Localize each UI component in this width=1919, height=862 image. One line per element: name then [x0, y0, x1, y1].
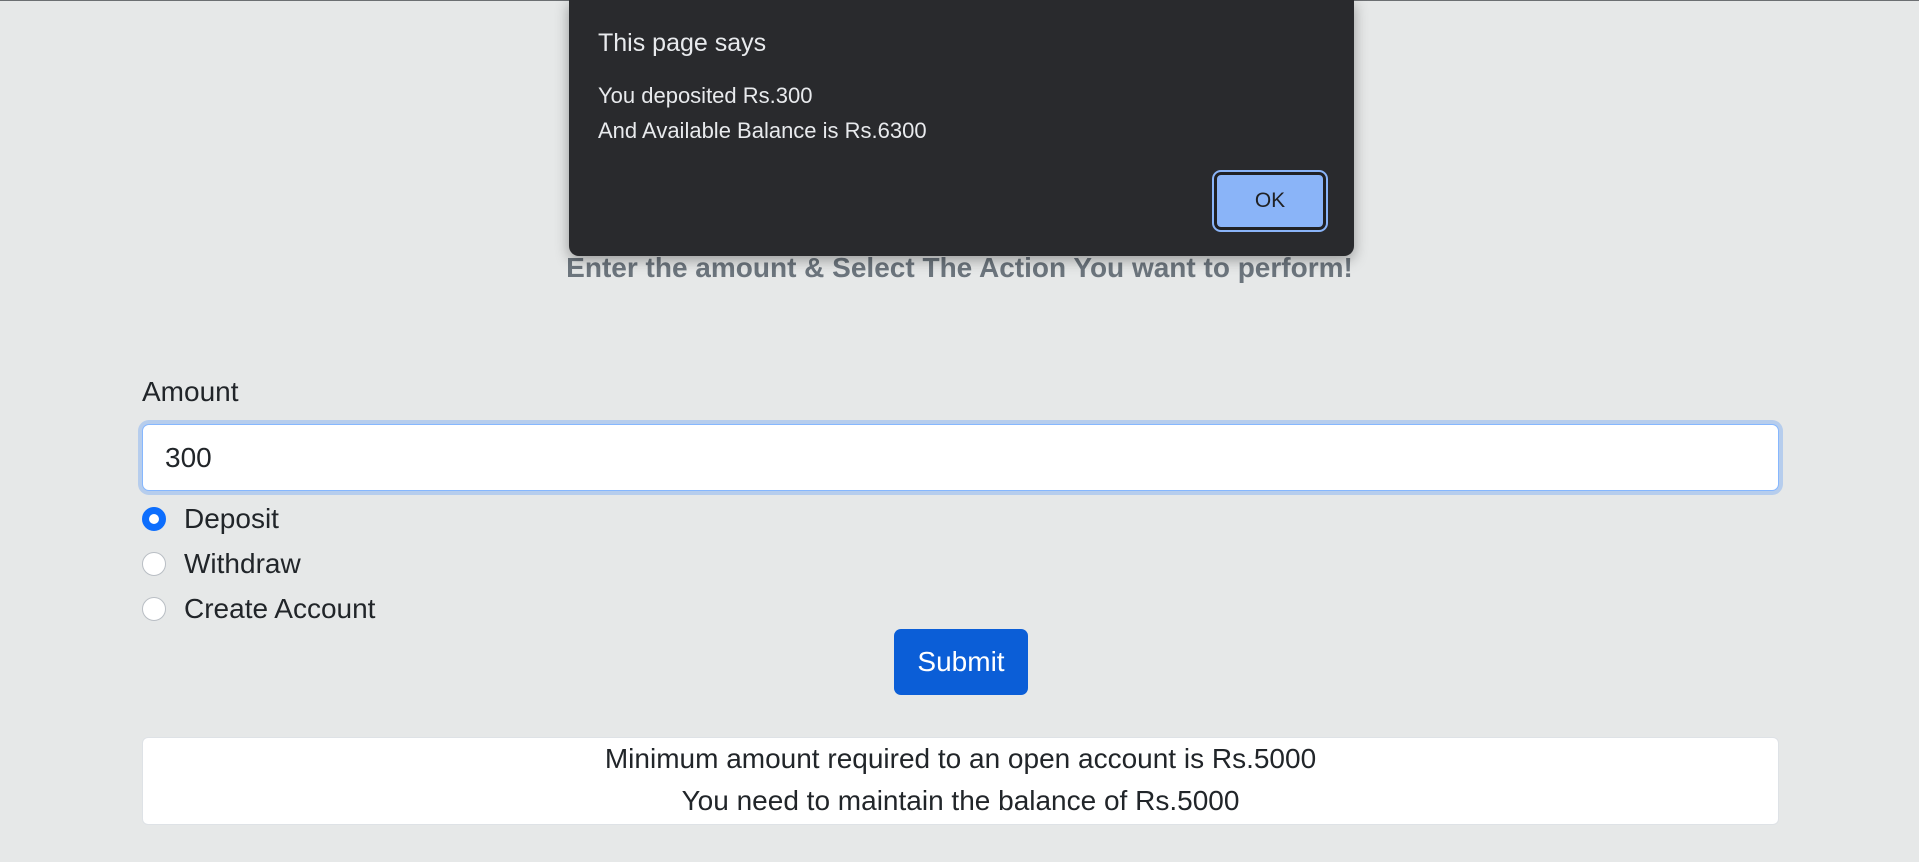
amount-input[interactable] — [142, 424, 1779, 491]
dialog-title: This page says — [598, 29, 767, 57]
submit-button[interactable]: Submit — [894, 629, 1028, 695]
action-radio-group: Deposit Withdraw Create Account — [142, 496, 375, 631]
create-account-label[interactable]: Create Account — [184, 593, 375, 625]
alert-dialog: This page says You deposited Rs.300 And … — [569, 0, 1354, 256]
radio-option-deposit[interactable]: Deposit — [142, 496, 375, 541]
deposit-radio[interactable] — [142, 506, 166, 531]
create-account-radio[interactable] — [142, 596, 166, 621]
dialog-message: You deposited Rs.300 And Available Balan… — [598, 78, 927, 148]
dialog-message-line-2: And Available Balance is Rs.6300 — [598, 118, 927, 143]
radio-option-create-account[interactable]: Create Account — [142, 586, 375, 631]
radio-option-withdraw[interactable]: Withdraw — [142, 541, 375, 586]
info-min-amount: Minimum amount required to an open accou… — [604, 743, 1317, 774]
withdraw-radio[interactable] — [142, 551, 166, 576]
dialog-ok-button[interactable]: OK — [1212, 170, 1328, 232]
page-subtitle: Enter the amount & Select The Action You… — [566, 252, 1353, 283]
withdraw-label[interactable]: Withdraw — [184, 548, 301, 580]
info-maintain-balance: You need to maintain the balance of Rs.5… — [681, 785, 1240, 816]
info-box: Minimum amount required to an open accou… — [142, 737, 1779, 825]
deposit-label[interactable]: Deposit — [184, 503, 279, 535]
amount-label: Amount — [142, 376, 239, 407]
dialog-message-line-1: You deposited Rs.300 — [598, 83, 813, 108]
